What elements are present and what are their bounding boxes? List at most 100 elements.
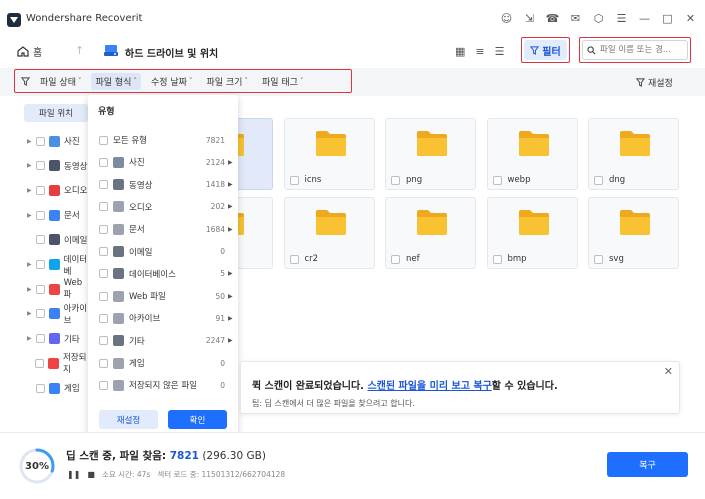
search-input[interactable] [600,45,684,55]
caret-right-icon[interactable]: ▶ [228,226,233,233]
sidebar-item[interactable]: ▶ 아카이브 [27,304,88,326]
menu-icon[interactable]: ☰ [615,12,628,25]
preview-recover-link[interactable]: 스캔된 파일을 미리 보고 복구 [367,381,491,392]
folder-tile[interactable]: nef [385,197,476,269]
filter-item[interactable]: 파일 상태 ˅ [36,73,85,90]
file-type-option[interactable]: 저장되지 않은 파일 0 [99,378,232,392]
caret-right-icon[interactable]: ▶ [228,270,233,277]
caret-right-icon[interactable]: ▶ [228,203,233,210]
filter-item[interactable]: 파일 형식 ˄ [91,72,141,90]
checkbox[interactable] [99,269,108,279]
caret-right-icon[interactable]: ▶ [228,181,233,188]
checkbox[interactable] [99,380,108,390]
checkbox[interactable] [99,202,108,212]
checkbox[interactable] [99,224,108,234]
checkbox[interactable] [99,135,108,145]
file-type-option[interactable]: 사진 2124 ▶ [99,155,233,169]
folder-tile[interactable]: webp [486,118,578,190]
folder-tile[interactable]: png [385,118,476,190]
file-type-option[interactable]: 게임 0 [99,356,232,370]
sidebar-item[interactable]: 게임 [27,381,80,395]
checkbox[interactable] [35,260,45,269]
file-type-option[interactable]: Web 파일 50 ▶ [99,289,233,303]
close-icon[interactable]: ✕ [664,365,673,378]
caret-right-icon[interactable]: ▶ [228,293,233,300]
cube-icon[interactable]: ⬡ [592,12,605,25]
sidebar-item[interactable]: ▶ 사진 [27,134,80,148]
checkbox[interactable] [99,336,108,346]
checkbox[interactable] [99,291,108,301]
checkbox[interactable] [36,185,45,195]
maximize-icon[interactable]: □ [661,12,674,25]
checkbox[interactable] [492,175,502,185]
checkbox[interactable] [36,210,45,220]
up-arrow-icon[interactable]: ↑ [75,44,84,57]
file-type-option[interactable]: 모든 유형 7821 [99,133,232,147]
sidebar-item[interactable]: ▶ 오디오 [27,183,87,197]
checkbox[interactable] [99,157,108,167]
close-icon[interactable]: ✕ [684,12,697,25]
checkbox[interactable] [36,161,45,171]
checkbox[interactable] [289,254,299,264]
checkbox[interactable] [99,180,108,190]
sidebar-item[interactable]: 이메일 [27,233,87,247]
caret-right-icon[interactable]: ▶ [228,337,233,344]
caret-right-icon[interactable]: ▶ [228,159,233,166]
detail-view-icon[interactable]: ☰ [495,45,505,58]
folder-tile[interactable]: cr2 [283,197,375,269]
folder-tile[interactable]: bmp [486,197,578,269]
sidebar-item[interactable]: ▶ 문서 [27,208,80,222]
mail-icon[interactable]: ✉ [569,12,582,25]
reset-filter-button[interactable]: 재설정 [636,76,673,89]
grid-view-icon[interactable]: ▦ [455,45,465,58]
checkbox[interactable] [99,247,108,256]
file-type-option[interactable]: 데이터베이스 5 ▶ [99,267,233,281]
file-type-option[interactable]: 이메일 0 [99,245,232,259]
folder-tile[interactable]: dng [588,118,679,190]
home-button[interactable]: 홈 [17,44,42,59]
checkbox[interactable] [36,334,45,344]
dropdown-reset-button[interactable]: 재설정 [99,410,158,429]
file-type-option[interactable]: 문서 1684 ▶ [99,222,233,236]
file-type-option[interactable]: 동영상 1418 ▶ [99,178,233,192]
file-type-option[interactable]: 오디오 202 ▶ [99,200,233,214]
filter-button[interactable]: 필터 [521,37,570,63]
checkbox[interactable] [391,254,400,264]
checkbox[interactable] [492,254,502,264]
export-icon[interactable]: ⇲ [523,12,536,25]
checkbox[interactable] [391,175,400,185]
dropdown-ok-button[interactable]: 확인 [168,410,227,429]
checkbox[interactable] [99,313,108,323]
recover-button[interactable]: 복구 [607,452,688,477]
folder-tile[interactable]: icns [283,118,375,190]
tab-file-location[interactable]: 파일 위치 [24,104,88,122]
checkbox[interactable] [594,175,603,185]
headset-icon[interactable]: ☎ [546,12,560,25]
caret-right-icon[interactable]: ▶ [228,315,233,322]
stop-icon[interactable]: ■ [87,470,95,479]
filter-item[interactable]: 파일 크기 ˅ [202,73,251,90]
list-view-icon[interactable]: ≡ [475,45,484,58]
sidebar-item[interactable]: ▶ 기타 [27,332,80,346]
user-icon[interactable]: ☺ [500,12,513,25]
minimize-icon[interactable]: — [638,12,651,25]
folder-tile[interactable]: svg [588,197,679,269]
checkbox[interactable] [36,383,45,393]
sidebar-item[interactable]: ▶ Web 파 [27,278,88,300]
filter-item[interactable]: 수정 날짜 ˅ [147,73,196,90]
checkbox[interactable] [289,175,299,185]
file-type-option[interactable]: 기타 2247 ▶ [99,334,233,348]
sidebar-item[interactable]: ▶ 데이터베 [27,255,88,277]
filter-item[interactable]: 파일 태그 ˅ [258,73,307,90]
checkbox[interactable] [35,358,44,368]
checkbox[interactable] [35,309,45,319]
checkbox[interactable] [35,284,45,294]
sidebar-item[interactable]: 저장되지 [27,353,88,375]
checkbox[interactable] [36,136,45,146]
sidebar-item[interactable]: ▶ 동영상 [27,159,87,173]
checkbox[interactable] [594,254,603,264]
pause-icon[interactable]: ❚❚ [67,470,80,479]
checkbox[interactable] [99,358,108,368]
file-type-option[interactable]: 아카이브 91 ▶ [99,311,233,325]
checkbox[interactable] [36,235,45,245]
